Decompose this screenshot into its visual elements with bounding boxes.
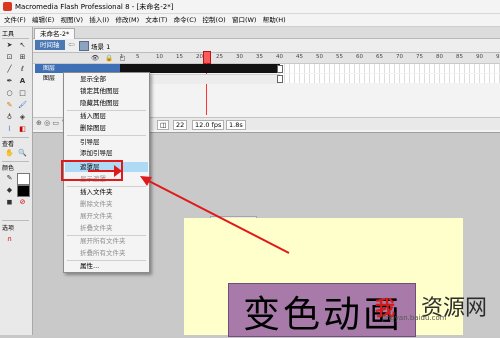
- annotation-arrows: [88, 165, 290, 254]
